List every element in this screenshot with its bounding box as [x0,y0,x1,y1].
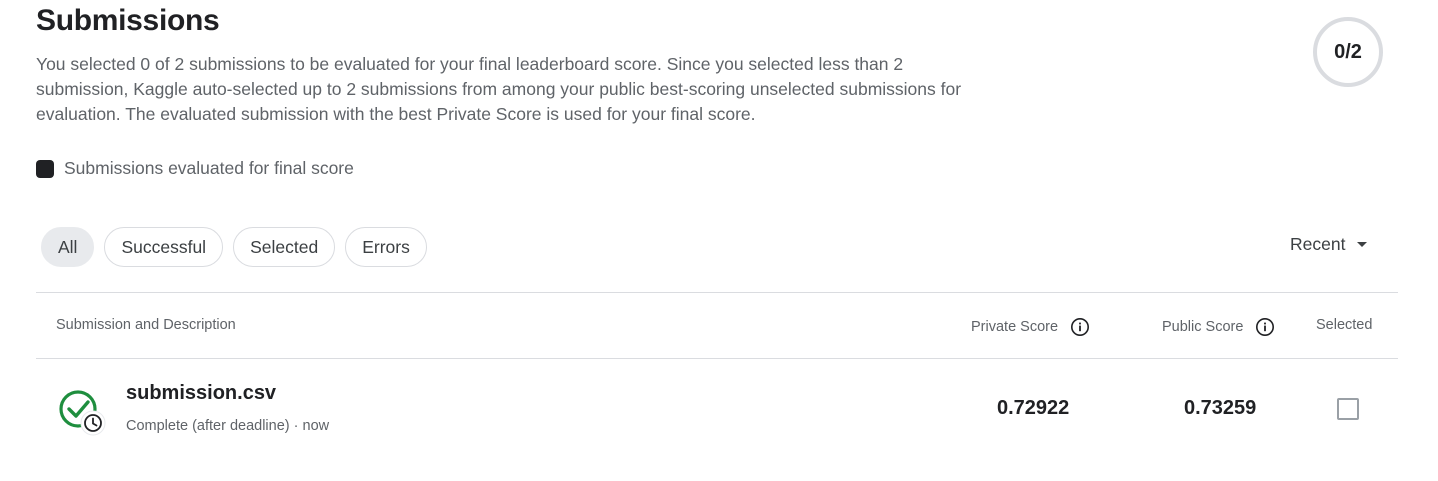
complete-after-deadline-icon [59,390,106,436]
filter-errors-chip[interactable]: Errors [345,227,427,267]
filter-selected-chip[interactable]: Selected [233,227,336,267]
column-header-selected: Selected [1316,317,1372,333]
private-score-value: 0.72922 [997,397,1070,419]
private-score-info-icon[interactable] [1070,317,1090,337]
table-header-divider [36,358,1398,359]
submissions-page: Submissions You selected 0 of 2 submissi… [0,0,1438,481]
legend-label: Submissions evaluated for final score [64,158,354,178]
column-header-selected-label: Selected [1316,317,1373,333]
column-header-submission-label: Submission and Description [56,317,236,333]
submission-file-name[interactable]: submission.csv [126,382,276,405]
submission-status: Complete (after deadline) · now [126,418,330,434]
filter-all-chip[interactable]: All [41,227,95,267]
column-header-private-score: Private Score [971,317,1090,337]
caret-down-icon [1357,242,1368,247]
column-header-submission: Submission and Description [56,317,236,333]
table-top-divider [36,292,1398,293]
sort-dropdown[interactable]: Recent [1290,234,1368,255]
selection-counter: 0/2 [1313,17,1383,87]
filter-successful-chip[interactable]: Successful [104,227,224,267]
selection-counter-label: 0/2 [1334,40,1362,63]
public-score-info-icon[interactable] [1255,317,1275,337]
public-score-value: 0.73259 [1184,397,1257,419]
filter-chips: All Successful Selected Errors [41,227,427,267]
submissions-description: You selected 0 of 2 submissions to be ev… [36,54,962,124]
column-header-private-label: Private Score [971,319,1059,335]
column-header-public-score: Public Score [1162,317,1275,337]
select-submission-checkbox[interactable] [1337,398,1359,420]
page-title: Submissions [36,4,220,37]
sort-label: Recent [1290,234,1346,254]
column-header-public-label: Public Score [1162,319,1244,335]
legend-swatch [36,159,54,178]
legend: Submissions evaluated for final score [36,158,354,179]
